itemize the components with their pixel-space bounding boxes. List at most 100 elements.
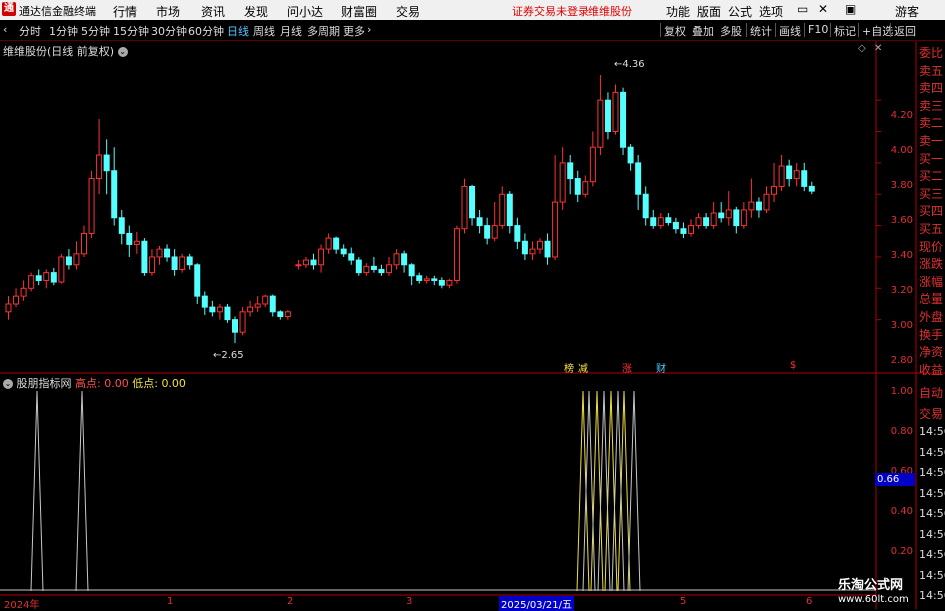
side-panel-item[interactable]: 总量: [919, 290, 945, 307]
menu-ask[interactable]: 问小达: [287, 3, 323, 20]
indicator-spike: [30, 390, 44, 592]
close-icon[interactable]: ✕: [874, 43, 882, 54]
indicator-name[interactable]: 股朋指标网: [17, 377, 72, 390]
side-panel-item[interactable]: 卖三: [919, 97, 945, 114]
side-panel-item[interactable]: 卖四: [919, 79, 945, 96]
side-panel-item[interactable]: 委比: [919, 44, 945, 61]
candle-body: [20, 287, 27, 297]
candle-body: [786, 165, 793, 180]
candle-body: [793, 170, 800, 180]
period-5min[interactable]: 5分钟: [81, 23, 110, 39]
period-1min[interactable]: 1分钟: [49, 23, 78, 39]
tool-restore-rights[interactable]: 复权: [664, 23, 686, 39]
menu-layout[interactable]: 版面: [697, 3, 721, 20]
side-panel-lower-item: 14:56: [919, 466, 945, 479]
candle-body: [254, 303, 261, 308]
candle-body: [133, 240, 140, 245]
candle-body: [650, 217, 657, 227]
side-panel-item[interactable]: 卖一: [919, 132, 945, 149]
tool-draw-line[interactable]: 画线: [779, 23, 801, 39]
side-panel-item[interactable]: 卖二: [919, 114, 945, 131]
candle-body: [247, 306, 254, 313]
candle-body: [612, 91, 619, 133]
indicator-spike: [576, 390, 590, 592]
candle-body: [28, 275, 35, 289]
candle-body: [148, 256, 155, 274]
side-panel-item[interactable]: 买一: [919, 150, 945, 167]
candle-body: [710, 212, 717, 227]
diamond-icon[interactable]: ◇: [858, 43, 866, 54]
candle-body: [179, 256, 186, 270]
x-axis-label: 3: [406, 596, 413, 607]
period-60min[interactable]: 60分钟: [188, 23, 224, 39]
tool-mark-icon[interactable]: 标记: [834, 23, 856, 39]
tool-back[interactable]: 返回: [894, 23, 916, 39]
candle-body: [453, 228, 460, 281]
candle-body: [295, 264, 302, 267]
event-tag-dividend[interactable]: $: [790, 360, 796, 371]
menu-function[interactable]: 功能: [666, 3, 690, 20]
side-panel-item[interactable]: 买三: [919, 185, 945, 202]
period-timeshare[interactable]: 分时: [19, 23, 41, 39]
candle-body: [310, 259, 317, 266]
settings-icon[interactable]: ▣: [845, 2, 856, 16]
minimize-icon[interactable]: ▭: [797, 2, 808, 16]
menu-market[interactable]: 市场: [156, 3, 180, 20]
period-30min[interactable]: 30分钟: [151, 23, 187, 39]
side-panel-item[interactable]: 涨跌: [919, 255, 945, 272]
side-panel-item[interactable]: 收益: [919, 361, 945, 378]
indicator-spike: [582, 390, 596, 592]
side-panel-lower-item: 14:56: [919, 425, 945, 438]
period-weekly[interactable]: 周线: [253, 23, 275, 39]
x-axis-label: 5: [680, 596, 687, 607]
chart-canvas[interactable]: [0, 41, 945, 609]
close-icon[interactable]: ✕: [818, 2, 828, 16]
period-monthly[interactable]: 月线: [280, 23, 302, 39]
menu-discover[interactable]: 发现: [244, 3, 268, 20]
candle-body: [672, 221, 679, 230]
tool-multi-stock[interactable]: 多股: [720, 23, 742, 39]
menu-quotes[interactable]: 行情: [113, 3, 137, 20]
side-panel-item[interactable]: 换手: [919, 326, 945, 343]
tool-statistics[interactable]: 统计: [750, 23, 772, 39]
user-guest[interactable]: 游客: [895, 3, 919, 20]
chevron-down-icon[interactable]: ⌄: [117, 47, 128, 57]
side-panel-item[interactable]: 外盘: [919, 308, 945, 325]
event-tag-list[interactable]: 榜: [564, 360, 574, 375]
arrow-left-icon[interactable]: ‹: [3, 23, 7, 36]
event-tag-finance[interactable]: 财: [656, 360, 666, 375]
side-panel-item[interactable]: 卖五: [919, 62, 945, 79]
tool-overlay[interactable]: 叠加: [692, 23, 714, 39]
chevron-right-icon[interactable]: ›: [367, 23, 371, 36]
login-warning[interactable]: 证券交易未登录: [512, 3, 589, 19]
candle-body: [808, 185, 815, 192]
side-panel-item[interactable]: 涨幅: [919, 273, 945, 290]
candle-body: [393, 253, 400, 266]
candle-body: [537, 240, 543, 250]
chevron-down-icon[interactable]: ⌄: [3, 379, 13, 389]
candle-body: [627, 146, 634, 164]
menu-formula[interactable]: 公式: [728, 3, 752, 20]
event-tag-reduce[interactable]: 减: [578, 360, 588, 375]
side-panel-item[interactable]: 买四: [919, 202, 945, 219]
price-tick: 3.80: [890, 180, 913, 191]
tool-f10[interactable]: F10: [808, 23, 828, 36]
candle-body: [88, 178, 95, 234]
menu-options[interactable]: 选项: [759, 3, 783, 20]
menu-wealth[interactable]: 财富圈: [341, 3, 377, 20]
period-more[interactable]: 更多: [343, 23, 365, 39]
side-panel-item[interactable]: 买二: [919, 167, 945, 184]
menu-news[interactable]: 资讯: [201, 3, 225, 20]
event-tag-rise[interactable]: 涨: [622, 360, 632, 375]
side-panel-item[interactable]: 净资: [919, 343, 945, 360]
period-multi[interactable]: 多周期: [307, 23, 340, 39]
indicator-title-row: ⌄ 股朋指标网 高点: 0.00 低点: 0.00: [3, 375, 186, 391]
period-15min[interactable]: 15分钟: [113, 23, 149, 39]
period-daily[interactable]: 日线: [227, 23, 249, 39]
side-panel-item[interactable]: 现价: [919, 238, 945, 255]
menu-trade[interactable]: 交易: [396, 3, 420, 20]
tool-add-favorite[interactable]: +自选: [862, 23, 893, 39]
indicator-low-value: 0.00: [161, 377, 186, 390]
side-panel-item[interactable]: 买五: [919, 220, 945, 237]
candle-body: [567, 162, 574, 180]
